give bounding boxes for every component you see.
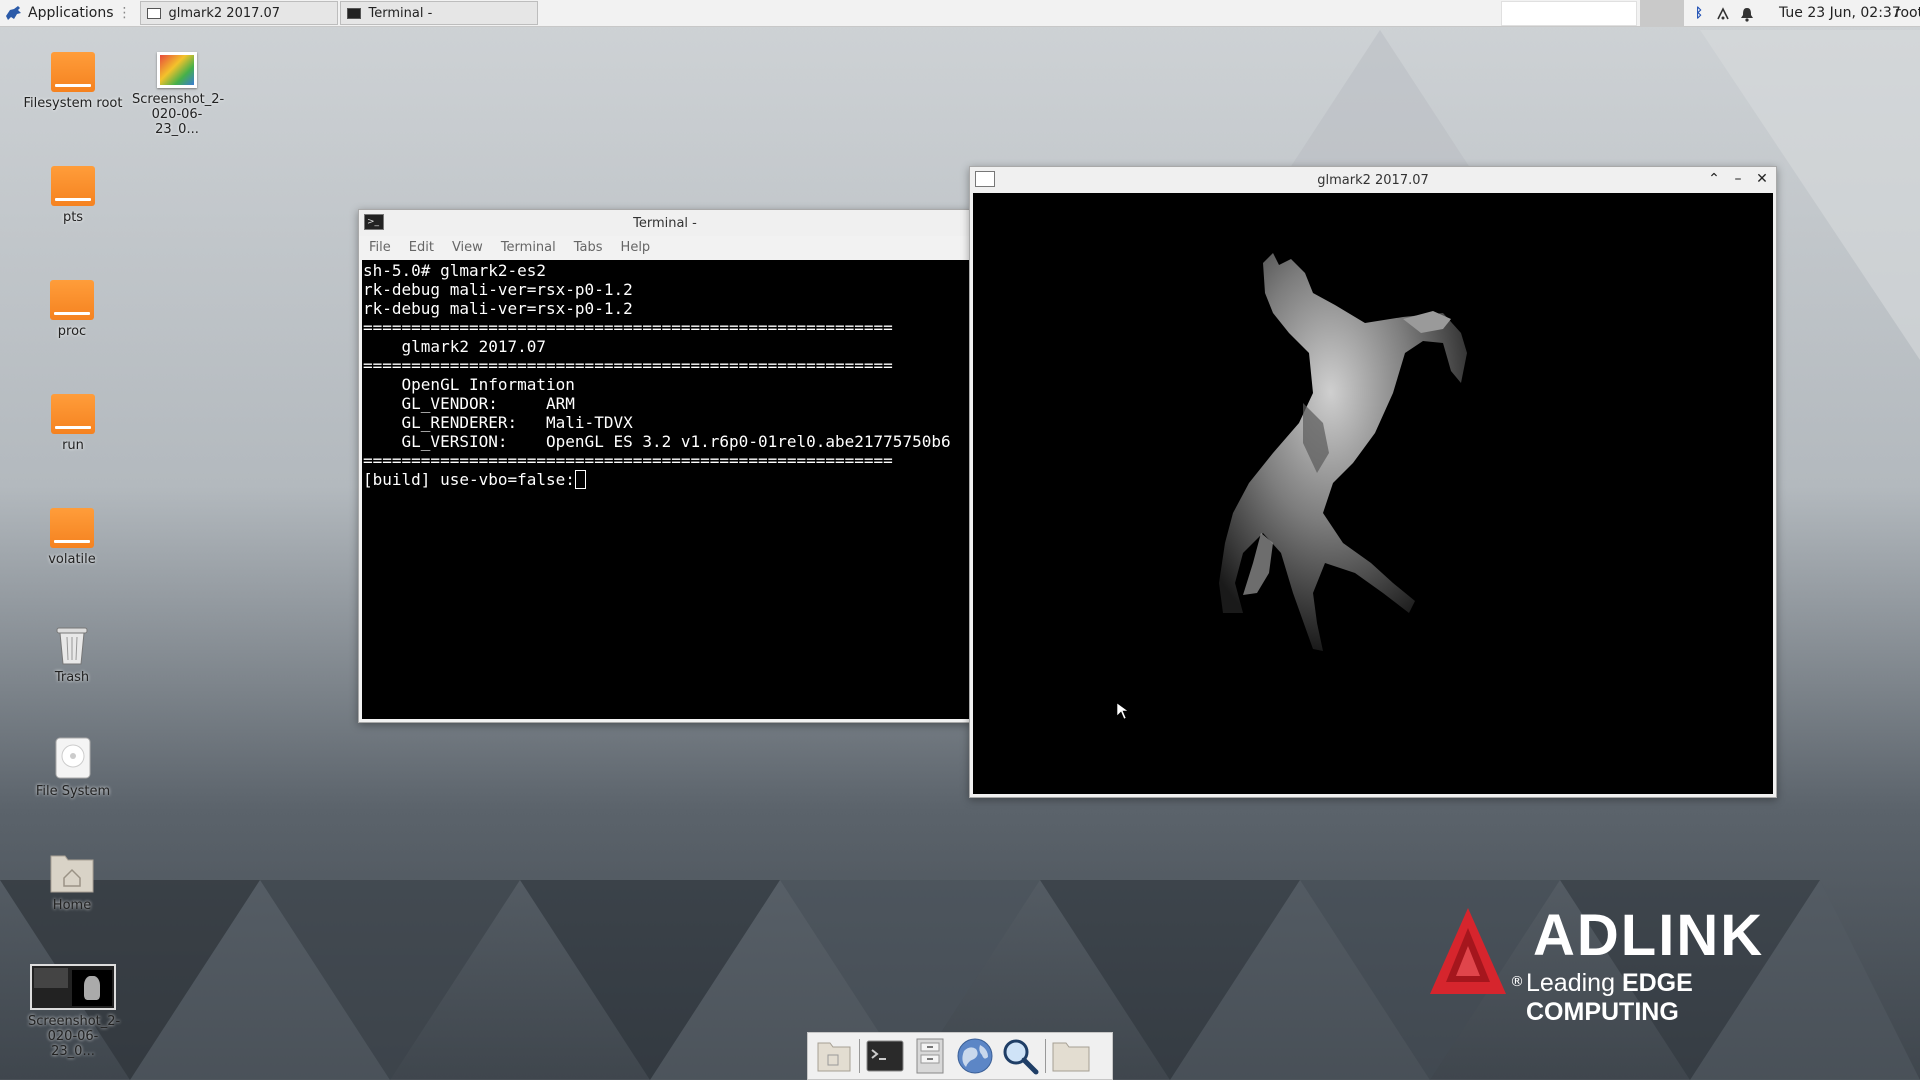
panel-clock[interactable]: Tue 23 Jun, 02:37 xyxy=(1779,5,1901,21)
notification-bell-icon[interactable] xyxy=(1738,5,1756,23)
hard-disk-icon xyxy=(55,737,91,779)
desktop-icon-screenshot[interactable]: Screenshot_2-020-06-23_0... xyxy=(122,52,232,137)
terminal-icon xyxy=(346,7,361,19)
desktop-icon-label: File System xyxy=(35,784,111,799)
desktop-icon-home[interactable]: Home xyxy=(17,850,127,913)
menu-terminal[interactable]: Terminal xyxy=(501,240,556,255)
terminal-line: OpenGL Information xyxy=(363,375,575,394)
menu-view[interactable]: View xyxy=(452,240,483,255)
desktop-icon-label: run xyxy=(62,438,84,453)
dock-separator xyxy=(859,1039,860,1073)
desktop-icon-label: Home xyxy=(52,898,92,913)
drive-icon xyxy=(50,508,94,548)
adlink-triangle-logo xyxy=(1430,908,1506,994)
panel-empty-area xyxy=(1501,1,1637,26)
panel-user[interactable]: root xyxy=(1895,5,1920,21)
file-manager-icon[interactable] xyxy=(910,1036,950,1076)
terminal-prompt-line: [build] use-vbo=false: xyxy=(363,470,971,489)
web-browser-icon[interactable] xyxy=(955,1036,995,1076)
glmark2-titlebar[interactable]: glmark2 2017.07 ⌃ – ✕ xyxy=(970,167,1776,193)
system-tray: ᛒ xyxy=(1690,0,1756,27)
text-cursor xyxy=(574,470,586,489)
terminal-icon: >_ xyxy=(364,214,384,230)
drive-icon xyxy=(51,394,95,434)
task-label: glmark2 2017.07 xyxy=(168,5,281,21)
bottom-dock xyxy=(807,1032,1113,1080)
registered-mark: ® xyxy=(1510,974,1524,990)
menu-edit[interactable]: Edit xyxy=(409,240,434,255)
desktop-icon-label: pts xyxy=(62,210,84,225)
maximize-icon[interactable]: ⌃ xyxy=(1706,171,1722,187)
desktop-icon-label: Trash xyxy=(54,670,90,685)
dock-separator xyxy=(1045,1039,1046,1073)
desktop-icon-volatile[interactable]: volatile xyxy=(17,508,127,567)
glmark2-window[interactable]: glmark2 2017.07 ⌃ – ✕ xyxy=(969,166,1777,798)
desktop-icon-screenshot-2[interactable]: Screenshot_2-020-06-23_0... xyxy=(18,964,128,1059)
desktop-icon-run[interactable]: run xyxy=(18,394,128,453)
tagline-prefix: Leading xyxy=(1526,969,1622,997)
bluetooth-icon[interactable]: ᛒ xyxy=(1690,5,1708,23)
desktop-icon-pts[interactable]: pts xyxy=(18,166,128,225)
rendered-horse-model xyxy=(1116,253,1467,720)
desktop-icon-file-system[interactable]: File System xyxy=(18,736,128,799)
search-icon[interactable] xyxy=(1000,1036,1040,1076)
close-icon[interactable]: ✕ xyxy=(1754,171,1770,187)
network-icon[interactable] xyxy=(1714,5,1732,23)
window-icon xyxy=(146,7,161,19)
applications-menu[interactable]: Applications ⋮ xyxy=(0,0,138,27)
window-title: Terminal - xyxy=(633,215,697,231)
folder-icon[interactable] xyxy=(1051,1036,1091,1076)
tagline: Leading EDGE COMPUTING xyxy=(1526,969,1828,1027)
terminal-line: ========================================… xyxy=(363,356,893,375)
terminal-line: ========================================… xyxy=(363,318,893,337)
menu-tabs[interactable]: Tabs xyxy=(574,240,603,255)
terminal-line: ========================================… xyxy=(363,451,893,470)
glmark2-render-canvas[interactable] xyxy=(973,193,1773,794)
terminal-titlebar[interactable]: >_ Terminal - xyxy=(359,210,971,236)
menu-help[interactable]: Help xyxy=(621,240,651,255)
task-button-terminal[interactable]: Terminal - xyxy=(339,1,538,25)
mouse-pointer-icon xyxy=(1116,702,1129,720)
task-button-glmark2[interactable]: glmark2 2017.07 xyxy=(139,1,338,25)
image-file-icon xyxy=(157,52,197,88)
drive-icon xyxy=(51,166,95,206)
desktop-icon-proc[interactable]: proc xyxy=(17,280,127,339)
desktop-icon-label: Screenshot_2-020-06-23_0... xyxy=(132,92,225,137)
terminal-line: GL_VERSION: OpenGL ES 3.2 v1.r6p0-01rel0… xyxy=(363,432,951,451)
task-label: Terminal - xyxy=(368,5,433,21)
terminal-line: rk-debug mali-ver=rsx-p0-1.2 xyxy=(363,299,633,318)
drive-icon xyxy=(51,52,95,92)
terminal-line: GL_VENDOR: ARM xyxy=(363,394,575,413)
desktop-icon-filesystem-root[interactable]: Filesystem root xyxy=(18,52,128,111)
show-desktop-icon[interactable] xyxy=(814,1036,854,1076)
terminal-icon[interactable] xyxy=(865,1036,905,1076)
drive-icon xyxy=(50,280,94,320)
terminal-line: GL_RENDERER: Mali-TDVX xyxy=(363,413,633,432)
terminal-menubar: File Edit View Terminal Tabs Help xyxy=(359,236,971,258)
prompt-text: [build] use-vbo=false: xyxy=(363,470,575,489)
minimize-icon[interactable]: – xyxy=(1730,171,1746,187)
menu-file[interactable]: File xyxy=(369,240,391,255)
terminal-window[interactable]: >_ Terminal - File Edit View Terminal Ta… xyxy=(358,209,972,723)
desktop-icon-trash[interactable]: Trash xyxy=(17,622,127,685)
desktop-icon-label: Filesystem root xyxy=(23,96,123,111)
home-folder-icon xyxy=(50,855,94,893)
desktop-icon-label: proc xyxy=(57,324,87,339)
panel-workspace-area[interactable] xyxy=(1640,0,1684,27)
window-title: glmark2 2017.07 xyxy=(1317,172,1429,188)
brand-name: ADLINK xyxy=(1533,903,1765,968)
trash-icon xyxy=(56,627,88,665)
terminal-line: rk-debug mali-ver=rsx-p0-1.2 xyxy=(363,280,633,299)
applications-label: Applications xyxy=(28,5,114,21)
desktop-icon-label: Screenshot_2-020-06-23_0... xyxy=(28,1014,121,1059)
terminal-line: glmark2 2017.07 xyxy=(363,337,547,356)
screenshot-thumbnail-icon xyxy=(30,964,116,1010)
terminal-output[interactable]: sh-5.0# glmark2-es2 rk-debug mali-ver=rsx… xyxy=(362,260,971,719)
desktop-icon-label: volatile xyxy=(48,552,96,567)
window-icon xyxy=(975,171,995,187)
terminal-line: sh-5.0# glmark2-es2 xyxy=(363,261,547,280)
adlink-logo: ® ADLINK Leading EDGE COMPUTING xyxy=(1428,902,1828,1026)
xfce-mouse-icon xyxy=(6,6,21,20)
